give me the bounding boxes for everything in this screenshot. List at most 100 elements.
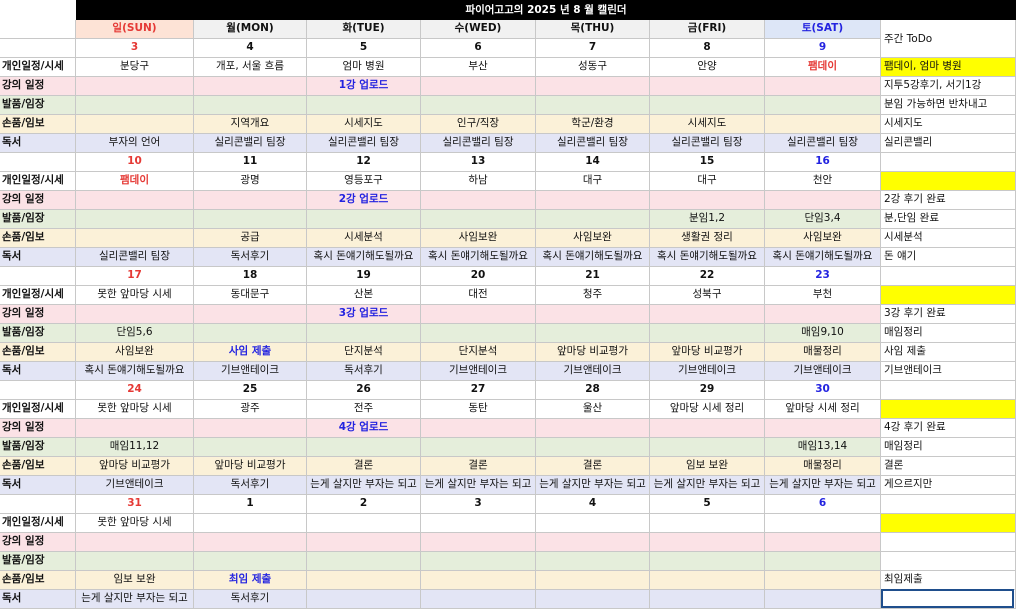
lecture-cell[interactable]: 3강 업로드: [307, 305, 421, 324]
row-label-analysis[interactable]: 손품/임보: [0, 115, 76, 134]
personal-cell[interactable]: 하남: [421, 172, 536, 191]
date-2-6[interactable]: 23: [765, 267, 881, 286]
lecture-cell[interactable]: [421, 77, 536, 96]
lecture-cell[interactable]: [421, 533, 536, 552]
reading-cell[interactable]: 기브앤테이크: [194, 362, 307, 381]
personal-cell[interactable]: 산본: [307, 286, 421, 305]
lecture-cell[interactable]: [536, 77, 650, 96]
todo-lecture[interactable]: 2강 후기 완료: [881, 191, 1016, 210]
analysis-cell[interactable]: [765, 571, 881, 590]
week-0-corner[interactable]: [0, 39, 76, 58]
day-header-5[interactable]: 금(FRI): [650, 20, 765, 39]
field-cell[interactable]: [307, 96, 421, 115]
date-1-6[interactable]: 16: [765, 153, 881, 172]
reading-cell[interactable]: 기브앤테이크: [421, 362, 536, 381]
week-1-corner[interactable]: [0, 153, 76, 172]
field-cell[interactable]: [421, 210, 536, 229]
field-cell[interactable]: [421, 552, 536, 571]
reading-cell[interactable]: 는게 살지만 부자는 되고: [765, 476, 881, 495]
lecture-cell[interactable]: [765, 533, 881, 552]
day-header-4[interactable]: 목(THU): [536, 20, 650, 39]
todo-analysis[interactable]: 최임제출: [881, 571, 1016, 590]
field-cell[interactable]: [421, 324, 536, 343]
field-cell[interactable]: 매임9,10: [765, 324, 881, 343]
personal-cell[interactable]: 청주: [536, 286, 650, 305]
reading-cell[interactable]: [307, 590, 421, 609]
lecture-cell[interactable]: [536, 305, 650, 324]
analysis-cell[interactable]: 매물정리: [765, 343, 881, 362]
lecture-cell[interactable]: [194, 77, 307, 96]
personal-cell[interactable]: 개포, 서울 흐름: [194, 58, 307, 77]
reading-cell[interactable]: 기브앤테이크: [76, 476, 194, 495]
field-cell[interactable]: [307, 438, 421, 457]
reading-cell[interactable]: 는게 살지만 부자는 되고: [76, 590, 194, 609]
week-4-corner[interactable]: [0, 495, 76, 514]
date-1-0[interactable]: 10: [76, 153, 194, 172]
date-3-6[interactable]: 30: [765, 381, 881, 400]
reading-cell[interactable]: 독서후기: [194, 476, 307, 495]
lecture-cell[interactable]: [421, 305, 536, 324]
reading-cell[interactable]: 혹시 돈얘기해도될까요: [536, 248, 650, 267]
active-cell-selection[interactable]: [881, 589, 1014, 608]
lecture-cell[interactable]: [76, 77, 194, 96]
personal-cell[interactable]: 영등포구: [307, 172, 421, 191]
date-2-3[interactable]: 20: [421, 267, 536, 286]
personal-cell[interactable]: [194, 514, 307, 533]
lecture-cell[interactable]: [536, 191, 650, 210]
analysis-cell[interactable]: 지역개요: [194, 115, 307, 134]
reading-cell[interactable]: 는게 살지만 부자는 되고: [650, 476, 765, 495]
row-label-field[interactable]: 발품/임장: [0, 96, 76, 115]
field-cell[interactable]: [536, 438, 650, 457]
field-cell[interactable]: [421, 96, 536, 115]
analysis-cell[interactable]: 앞마당 비교평가: [650, 343, 765, 362]
personal-cell[interactable]: 앞마당 시세 정리: [765, 400, 881, 419]
personal-cell[interactable]: 성동구: [536, 58, 650, 77]
reading-cell[interactable]: 혹시 돈얘기해도될까요: [76, 362, 194, 381]
todo-lecture[interactable]: 3강 후기 완료: [881, 305, 1016, 324]
field-cell[interactable]: [536, 96, 650, 115]
field-cell[interactable]: [194, 96, 307, 115]
lecture-cell[interactable]: [650, 533, 765, 552]
lecture-cell[interactable]: [194, 533, 307, 552]
reading-cell[interactable]: [765, 590, 881, 609]
row-label-reading[interactable]: 독서: [0, 590, 76, 609]
field-cell[interactable]: [194, 210, 307, 229]
field-cell[interactable]: [76, 210, 194, 229]
reading-cell[interactable]: 는게 살지만 부자는 되고: [536, 476, 650, 495]
todo-analysis[interactable]: 사임 제출: [881, 343, 1016, 362]
row-label-analysis[interactable]: 손품/임보: [0, 229, 76, 248]
analysis-cell[interactable]: 결론: [307, 457, 421, 476]
field-cell[interactable]: [765, 96, 881, 115]
analysis-cell[interactable]: 단지분석: [307, 343, 421, 362]
personal-cell[interactable]: 팸데이: [765, 58, 881, 77]
field-cell[interactable]: [536, 210, 650, 229]
date-2-0[interactable]: 17: [76, 267, 194, 286]
analysis-cell[interactable]: [765, 115, 881, 134]
reading-cell[interactable]: 기브앤테이크: [650, 362, 765, 381]
personal-cell[interactable]: 앞마당 시세 정리: [650, 400, 765, 419]
reading-cell[interactable]: 실리콘밸리 팀장: [650, 134, 765, 153]
lecture-cell[interactable]: [194, 419, 307, 438]
row-label-reading[interactable]: 독서: [0, 248, 76, 267]
date-3-5[interactable]: 29: [650, 381, 765, 400]
lecture-cell[interactable]: [650, 419, 765, 438]
row-label-personal[interactable]: 개인일정/시세: [0, 58, 76, 77]
date-4-0[interactable]: 31: [76, 495, 194, 514]
date-2-5[interactable]: 22: [650, 267, 765, 286]
analysis-cell[interactable]: 사임 제출: [194, 343, 307, 362]
todo-personal[interactable]: [881, 286, 1016, 305]
date-4-1[interactable]: 1: [194, 495, 307, 514]
date-4-2[interactable]: 2: [307, 495, 421, 514]
analysis-cell[interactable]: 사임보완: [536, 229, 650, 248]
date-4-5[interactable]: 5: [650, 495, 765, 514]
row-label-reading[interactable]: 독서: [0, 362, 76, 381]
date-1-2[interactable]: 12: [307, 153, 421, 172]
todo-week-3-spacer[interactable]: [881, 381, 1016, 400]
todo-week-2-spacer[interactable]: [881, 267, 1016, 286]
lecture-cell[interactable]: [76, 305, 194, 324]
analysis-cell[interactable]: [650, 571, 765, 590]
personal-cell[interactable]: 전주: [307, 400, 421, 419]
reading-cell[interactable]: [650, 590, 765, 609]
personal-cell[interactable]: 못한 앞마당 시세: [76, 400, 194, 419]
todo-lecture[interactable]: 4강 후기 완료: [881, 419, 1016, 438]
